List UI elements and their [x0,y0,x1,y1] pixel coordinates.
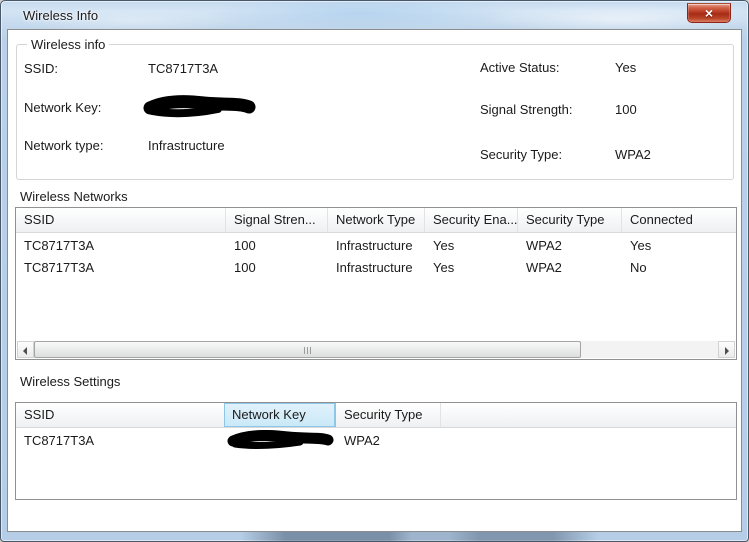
security-type-label: Security Type: [480,147,563,162]
col-header-signal-strength[interactable]: Signal Stren... [226,208,328,232]
cell-network-type: Infrastructure [336,260,413,275]
cell-signal-strength: 100 [234,238,256,253]
dialog-body: Wireless info SSID: TC8717T3A Network Ke… [7,29,742,532]
cell-network-key-redacted [224,430,336,452]
signal-strength-label: Signal Strength: [480,102,573,117]
cell-filler [441,430,736,452]
cell-ssid: TC8717T3A [24,238,95,253]
cell-network-type: Infrastructure [336,238,413,253]
redacted-network-key-scribble [227,430,334,449]
signal-strength-value: 100 [615,102,637,117]
cell-connected: Yes [630,238,652,253]
arrow-right-icon [725,347,729,355]
settings-row-1[interactable]: TC8717T3A WPA2 [16,430,736,452]
wireless-settings-title: Wireless Settings [20,374,121,389]
scroll-right-button[interactable] [718,341,735,358]
wireless-settings-table: SSID Network Key Security Type TC8717T3A… [15,402,737,500]
close-button[interactable]: × [687,3,731,23]
cell-security-type: WPA2 [344,433,380,448]
col-header-security-type[interactable]: Security Type [336,403,441,427]
col-header-ssid[interactable]: SSID [16,208,226,232]
wireless-networks-title: Wireless Networks [20,189,128,204]
close-icon: × [704,5,714,21]
col-header-security-type[interactable]: Security Type [518,208,622,232]
network-row-1[interactable]: TC8717T3A 100 Infrastructure Yes WPA2 Ye… [16,235,736,257]
header-filler [441,403,736,427]
cell-security-type: WPA2 [526,238,562,253]
titlebar[interactable]: Wireless Info × [1,1,748,30]
horizontal-scrollbar[interactable] [17,341,735,358]
ssid-value: TC8717T3A [148,61,219,76]
cell-ssid: TC8717T3A [24,260,95,275]
network-type-label: Network type: [24,138,104,153]
network-type-value: Infrastructure [148,138,225,153]
col-header-ssid[interactable]: SSID [16,403,224,427]
cell-security-type: WPA2 [526,260,562,275]
wireless-networks-table: SSID Signal Stren... Network Type Securi… [15,207,737,360]
cell-connected: No [630,260,647,275]
col-header-connected[interactable]: Connected [622,208,736,232]
redacted-network-key-scribble [143,95,256,118]
active-status-label: Active Status: [480,60,560,75]
window-title: Wireless Info [23,8,99,23]
col-header-network-type[interactable]: Network Type [328,208,425,232]
scroll-left-button[interactable] [17,341,34,358]
groupbox-legend: Wireless info [27,37,110,52]
cell-security-enabled: Yes [433,238,455,253]
scrollbar-thumb[interactable] [34,341,581,358]
col-header-network-key-selected[interactable]: Network Key [224,403,336,427]
ssid-label: SSID: [24,61,58,76]
wireless-info-window: Wireless Info × Wireless info SSID: TC87… [0,0,749,542]
cell-ssid: TC8717T3A [24,433,95,448]
security-type-value: WPA2 [615,147,651,162]
arrow-left-icon [23,347,27,355]
active-status-value: Yes [615,60,637,75]
cell-signal-strength: 100 [234,260,256,275]
wireless-info-groupbox: Wireless info SSID: TC8717T3A Network Ke… [16,37,734,180]
col-header-security-enabled[interactable]: Security Ena... [425,208,518,232]
network-key-label: Network Key: [24,100,102,115]
network-row-2[interactable]: TC8717T3A 100 Infrastructure Yes WPA2 No [16,257,736,279]
scrollbar-grip-icon [303,347,312,354]
settings-header-row: SSID Network Key Security Type [16,403,736,428]
cell-security-enabled: Yes [433,260,455,275]
networks-header-row: SSID Signal Stren... Network Type Securi… [16,208,736,233]
